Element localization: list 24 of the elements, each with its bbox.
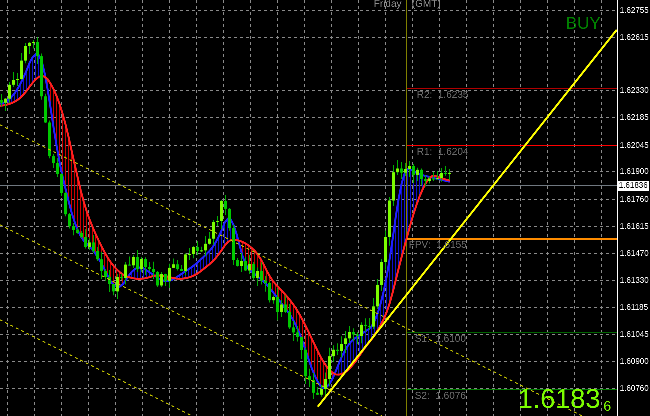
price-tick: 1.62045 (620, 142, 649, 150)
day-label: Friday (374, 0, 402, 10)
quote-last-digit: 6 (604, 399, 612, 413)
price-tick: 1.62755 (620, 7, 649, 15)
quote-price: 1.6183 (518, 386, 601, 413)
level-label: S2: 1.6076 (415, 392, 466, 402)
price-tick: 1.61900 (620, 168, 649, 176)
price-tick: 1.60900 (620, 358, 649, 366)
current-price-tag: 1.61836 (618, 181, 649, 191)
price-tick: 1.60760 (620, 385, 649, 393)
price-tick: 1.61615 (620, 223, 649, 231)
price-tick: 1.61470 (620, 250, 649, 258)
level-label: R1: 1.6204 (417, 148, 469, 158)
price-tick: 1.62185 (620, 114, 649, 122)
price-tick: 1.61045 (620, 331, 649, 339)
timezone-label: (GMT) (412, 0, 441, 10)
price-tick: 1.61185 (620, 304, 648, 312)
price-tick: 1.62615 (620, 34, 649, 42)
level-label: S1: 1.6100 (415, 335, 466, 345)
level-label: R2: 1.6235 (417, 91, 469, 101)
price-tick: 1.61330 (620, 277, 649, 285)
price-tick: 1.62330 (620, 87, 649, 95)
signal-label: BUY (566, 15, 601, 32)
price-tick: 1.61760 (620, 196, 649, 204)
